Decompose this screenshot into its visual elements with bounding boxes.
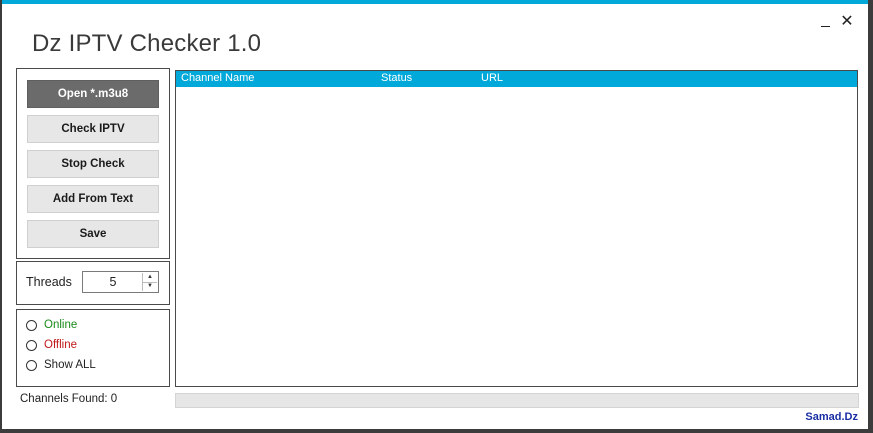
channel-list[interactable]: Channel Name Status URL: [175, 70, 858, 387]
check-iptv-button[interactable]: Check IPTV: [27, 115, 159, 143]
app-window: Dz IPTV Checker 1.0 ✕ Open *.m3u8 Check …: [2, 0, 868, 429]
app-title: Dz IPTV Checker 1.0: [32, 30, 262, 57]
threads-stepper[interactable]: 5 ▲ ▼: [82, 271, 159, 293]
actions-group: Open *.m3u8 Check IPTV Stop Check Add Fr…: [16, 68, 170, 259]
radio-online[interactable]: Online: [26, 319, 77, 331]
save-button[interactable]: Save: [27, 220, 159, 248]
channels-found-label: Channels Found: 0: [20, 393, 118, 405]
stepper-buttons: ▲ ▼: [142, 273, 157, 291]
stop-check-button[interactable]: Stop Check: [27, 150, 159, 178]
radio-offline[interactable]: Offline: [26, 339, 77, 351]
minimize-icon: [820, 25, 830, 27]
close-icon: ✕: [840, 13, 854, 30]
column-header-url[interactable]: URL: [481, 72, 503, 84]
threads-label: Threads: [26, 275, 72, 289]
radio-online-label: Online: [44, 319, 78, 331]
decrement-arrow-icon[interactable]: ▼: [143, 282, 157, 291]
threads-group: Threads 5 ▲ ▼: [16, 261, 170, 305]
list-header: Channel Name Status URL: [176, 71, 857, 87]
progress-bar: [175, 393, 859, 408]
radio-show-all-label: Show ALL: [44, 359, 96, 371]
radio-circle-icon[interactable]: [26, 339, 37, 351]
close-button[interactable]: ✕: [836, 12, 858, 32]
radio-circle-icon[interactable]: [26, 359, 37, 371]
radio-circle-icon[interactable]: [26, 319, 37, 331]
author-credit: Samad.Dz: [805, 411, 858, 423]
radio-offline-label: Offline: [44, 339, 78, 351]
minimize-button[interactable]: [814, 12, 836, 32]
threads-value[interactable]: 5: [83, 272, 143, 292]
column-header-channel-name[interactable]: Channel Name: [181, 72, 254, 84]
radio-show-all[interactable]: Show ALL: [26, 359, 96, 371]
add-from-text-button[interactable]: Add From Text: [27, 185, 159, 213]
open-m3u8-button[interactable]: Open *.m3u8: [27, 80, 159, 108]
filter-group: Online Offline Show ALL: [16, 309, 170, 387]
column-header-status[interactable]: Status: [381, 72, 412, 84]
